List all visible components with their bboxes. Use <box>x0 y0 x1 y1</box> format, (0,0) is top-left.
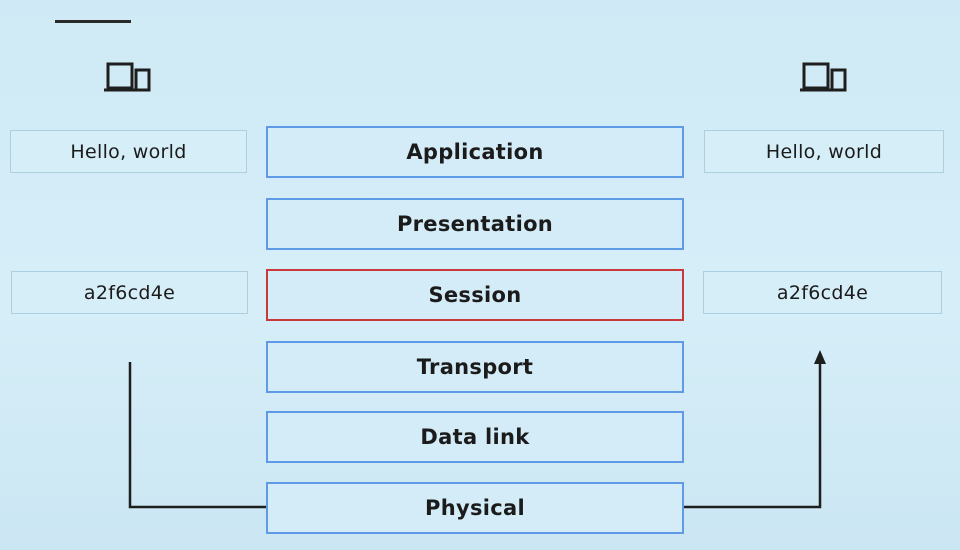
receiver-up-wire <box>684 362 822 509</box>
arrowhead-icon <box>814 350 826 364</box>
connection-wires <box>128 350 826 509</box>
sender-down-wire <box>128 362 266 509</box>
